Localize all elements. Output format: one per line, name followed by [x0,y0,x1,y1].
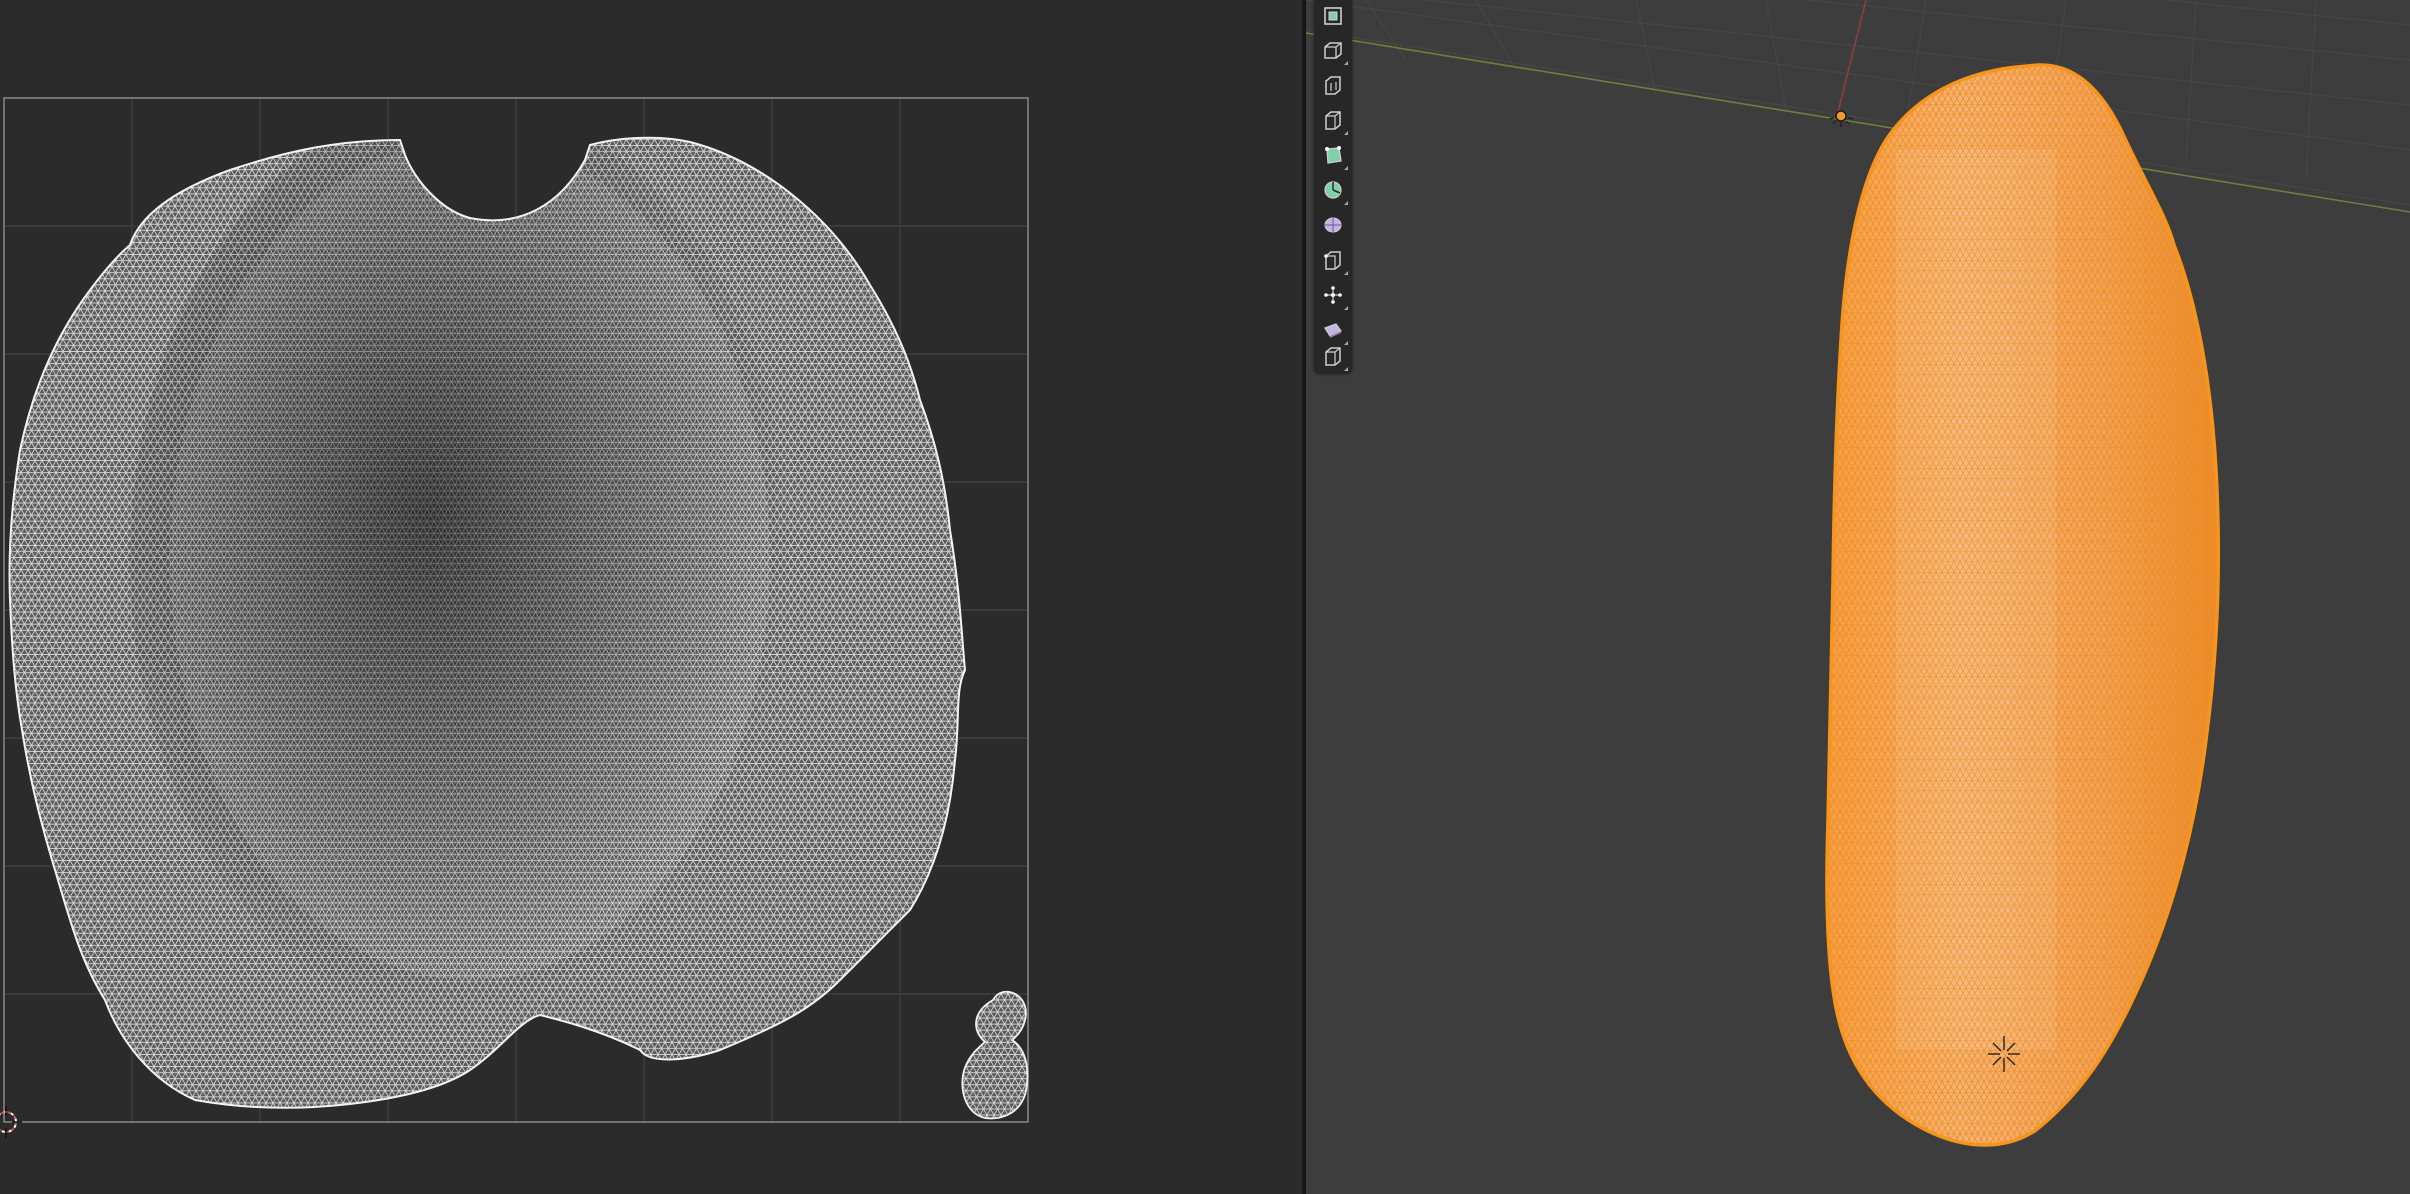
poly-build-icon[interactable] [1317,209,1349,241]
x-axis-line [1306,32,2410,213]
smooth-vertices-icon[interactable] [1317,279,1349,311]
small-island[interactable] [955,985,1035,1125]
select-box-icon[interactable] [1317,0,1349,32]
main-island[interactable] [0,100,1000,1120]
inset-faces-icon[interactable] [1317,69,1349,101]
uv-canvas[interactable] [0,0,1302,1194]
bevel-icon[interactable] [1317,104,1349,136]
shrink-fatten-icon[interactable] [1317,340,1349,372]
y-axis-line [1835,0,1867,121]
selected-mesh[interactable] [1816,55,2236,1165]
loop-cut-icon[interactable] [1317,139,1349,171]
knife-icon[interactable] [1317,174,1349,206]
viewport-canvas[interactable] [1306,0,2410,1194]
3d-viewport[interactable] [1306,0,2410,1194]
spin-icon[interactable] [1317,244,1349,276]
tool-shelf [1314,0,1352,374]
uv-editor[interactable] [0,0,1302,1194]
extrude-region-icon[interactable] [1317,34,1349,66]
